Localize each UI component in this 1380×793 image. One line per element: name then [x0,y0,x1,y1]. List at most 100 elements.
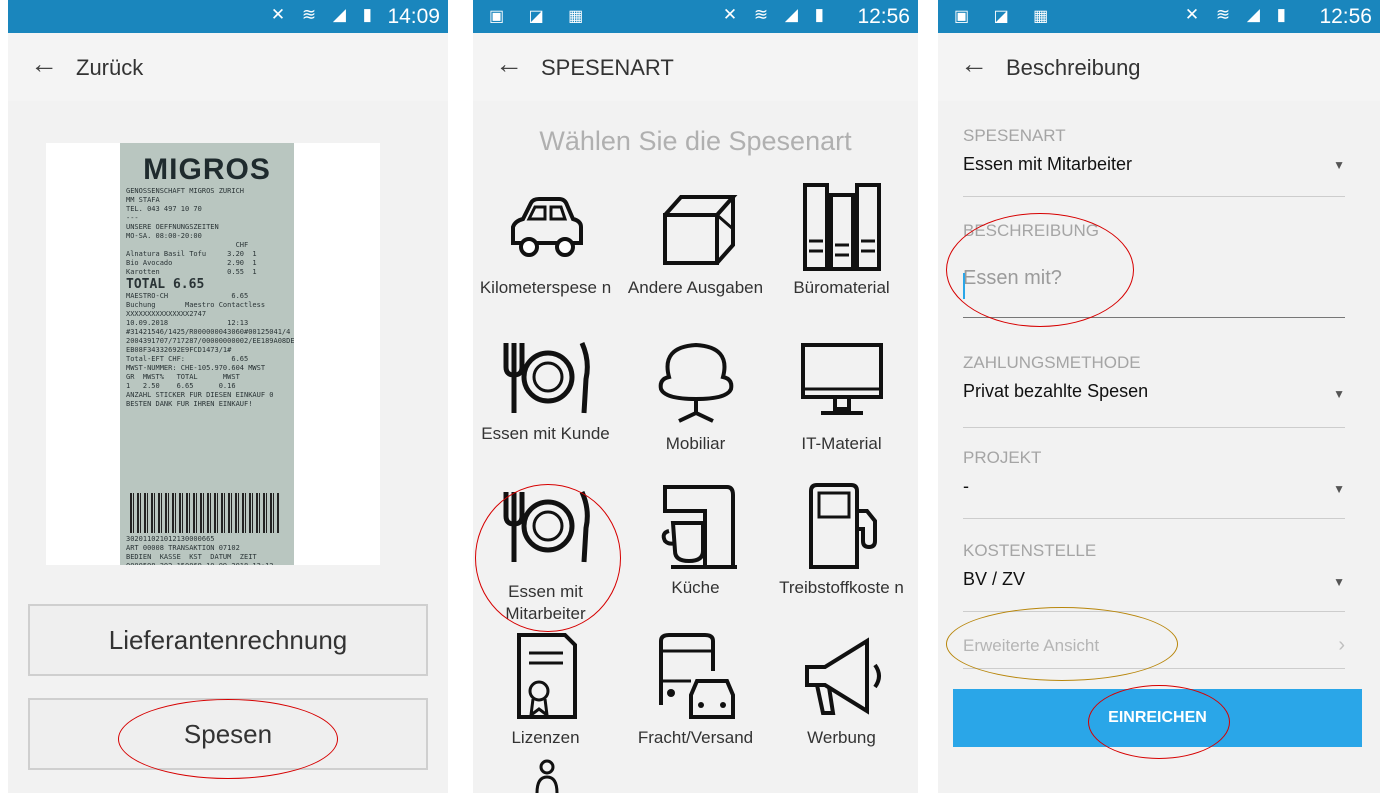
status-time: 12:56 [1319,5,1372,28]
receipt-line: --- [126,214,139,222]
category-label: IT-Material [801,434,882,453]
field-label: SPESENART [963,126,1066,145]
notification-icons: ▣ ◪ ▦ [489,8,594,25]
receipt-line: GENOSSENSCHAFT MIGROS ZURICH [126,187,245,195]
category-essen-mit-kunde[interactable]: Essen mit Kunde [473,337,618,445]
receipt-line: 0000598 302 150069 10.09.2018 12:13 [126,562,274,565]
annotation-circle [475,484,621,632]
dropdown-arrow-icon[interactable]: ▼ [1333,387,1345,401]
field-label: ZAHLUNGSMETHODE [963,353,1141,372]
app-bar: ← Zurück [8,33,448,101]
receipt-line: BESTEN DANK FUR IHREN EINKAUF! [126,400,253,408]
category-label: Essen mit Kunde [481,424,610,443]
receipt-line: XXXXXXXXXXXXXXX2747 [126,310,207,318]
form-area: SPESENART Essen mit Mitarbeiter ▼ BESCHR… [938,101,1380,793]
category-treibstoffkosten[interactable]: Treibstoffkoste n [769,481,914,599]
back-arrow-icon[interactable]: ← [960,48,988,80]
category-andere-ausgaben[interactable]: Andere Ausgaben [623,181,768,299]
category-label: Mobiliar [665,434,726,453]
receipt-line: BEDIEN KASSE KST DATUM ZEIT [126,553,257,561]
content-area: MIGROS GENOSSENSCHAFT MIGROS ZURICH MM ST… [8,101,448,793]
receipt-line: Karotten 0.55 1 [126,268,257,276]
back-title[interactable]: Zurück [76,55,143,81]
dropdown-arrow-icon[interactable]: ▼ [1333,158,1345,172]
annotation-circle [946,607,1178,681]
category-it-material[interactable]: IT-Material [769,337,914,455]
category-lizenzen[interactable]: Lizenzen [473,631,618,749]
certificate-icon [516,633,577,719]
category-label: Küche [671,578,720,597]
category-label: Werbung [807,728,876,747]
projekt-select[interactable]: PROJEKT - ▼ [963,448,1345,519]
back-arrow-icon[interactable]: ← [495,48,523,80]
category-label: Andere Ausgaben [627,278,764,297]
category-label: Fracht/Versand [637,728,754,747]
receipt-total: TOTAL 6.65 [126,277,205,292]
notification-icons: ▣ ◪ ▦ [954,8,1059,25]
receipt-line: 10.09.2018 12:13 [126,319,249,327]
megaphone-icon [804,637,881,715]
category-grid-area: Wählen Sie die Spesenart Kilometerspese … [473,101,918,793]
category-label: Kilometerspese n [479,278,612,297]
binders-icon [802,183,881,271]
receipt-line: GR MWST% TOTAL MWST [126,373,240,381]
receipt-line: Buchung Maestro Contactless [126,301,266,309]
receipt-line: MWST-NUMMER: CHE-105.970.604 MWST [126,364,266,372]
receipt-line: MM STAFA [126,196,160,204]
box-icon [662,195,737,265]
phone-screen-1: ✕ ≋ ◢ ▮ 14:09 ← Zurück MIGROS GENOSSENSC… [8,0,448,793]
person-icon [535,759,559,793]
category-label: Büromaterial [793,278,890,297]
field-label: PROJEKT [963,448,1042,467]
status-time: 12:56 [857,5,910,28]
receipt-line: MAESTRO-CH 6.65 [126,292,249,300]
app-bar: ← SPESENART [473,33,918,101]
status-time: 14:09 [387,5,440,28]
spesenart-select[interactable]: SPESENART Essen mit Mitarbeiter ▼ [963,126,1345,197]
app-bar: ← Beschreibung [938,33,1380,101]
field-underline [963,518,1345,519]
category-label: Lizenzen [511,728,580,747]
field-value: BV / ZV [963,569,1026,589]
receipt-line: ART 00008 TRANSAKTION 07102 [126,544,240,552]
category-bueromaterial[interactable]: Büromaterial [769,181,914,299]
dropdown-arrow-icon[interactable]: ▼ [1333,575,1345,589]
category-werbung[interactable]: Werbung [769,631,914,749]
zahlungsmethode-select[interactable]: ZAHLUNGSMETHODE Privat bezahlte Spesen ▼ [963,353,1345,428]
status-icons: ✕ ≋ ◢ ▮ [722,5,830,24]
status-icons: ✕ ≋ ◢ ▮ [1184,5,1292,24]
car-icon [510,197,583,257]
screen-title: Beschreibung [1006,55,1141,80]
receipt-line: #31421546/1425/R000000043060#00125041/4 [126,328,291,336]
status-bar: ▣ ◪ ▦ ✕ ≋ ◢ ▮ 12:56 [473,0,918,33]
status-bar: ▣ ◪ ▦ ✕ ≋ ◢ ▮ 12:56 [938,0,1380,33]
field-underline [963,196,1345,197]
category-kilometerspesen[interactable]: Kilometerspese n [473,181,618,299]
status-bar: ✕ ≋ ◢ ▮ 14:09 [8,0,448,33]
back-arrow-icon[interactable]: ← [30,48,58,80]
receipt-brand: MIGROS [143,153,271,186]
receipt-line: TEL. 043 497 10 70 [126,205,202,213]
category-label: Treibstoffkoste n [779,578,904,597]
field-value: Essen mit Mitarbeiter [963,154,1133,174]
receipt-photo[interactable]: MIGROS GENOSSENSCHAFT MIGROS ZURICH MM ST… [46,143,380,565]
invoice-button[interactable]: Lieferantenrechnung [28,604,428,676]
field-value: Privat bezahlte Spesen [963,381,1149,401]
bus-car-icon [658,633,735,719]
plate-icon [503,341,590,414]
category-kueche[interactable]: Küche [623,481,768,599]
monitor-icon [800,343,883,415]
category-fracht-versand[interactable]: Fracht/Versand [623,631,768,749]
fuel-pump-icon [808,483,877,569]
category-mobiliar[interactable]: Mobiliar [623,337,768,455]
phone-screen-2: ▣ ◪ ▦ ✕ ≋ ◢ ▮ 12:56 ← SPESENART Wählen S… [473,0,918,793]
mixer-icon [661,485,737,569]
annotation-circle [946,213,1134,327]
receipt-paper: MIGROS GENOSSENSCHAFT MIGROS ZURICH MM ST… [120,143,294,565]
receipt-line: 1 2.50 6.65 0.16 [126,382,236,390]
field-underline [963,427,1345,428]
kostenstelle-select[interactable]: KOSTENSTELLE BV / ZV ▼ [963,541,1345,612]
receipt-line: UNSERE OEFFNUNGSZEITEN [126,223,219,231]
screen-title: SPESENART [541,55,674,80]
dropdown-arrow-icon[interactable]: ▼ [1333,482,1345,496]
